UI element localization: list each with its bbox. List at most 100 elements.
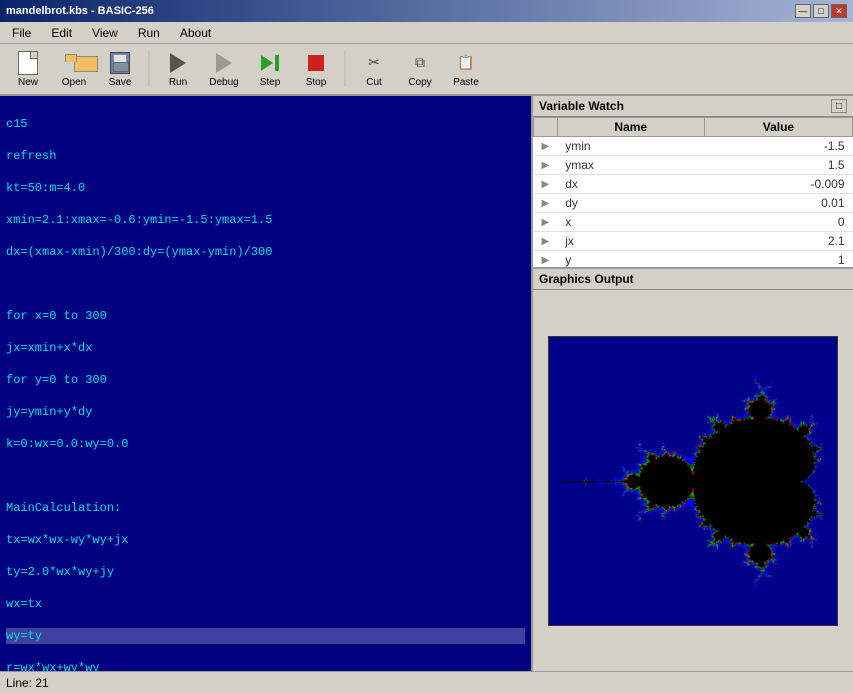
variable-watch-header: Variable Watch □ xyxy=(533,96,853,117)
window-controls: — □ ✕ xyxy=(795,4,847,18)
paste-button[interactable]: 📋 Paste xyxy=(444,47,488,91)
run-icon xyxy=(170,53,186,73)
save-icon xyxy=(110,52,130,74)
variable-row: ▶ jx 2.1 xyxy=(534,232,853,251)
variable-row: ▶ dy 0.01 xyxy=(534,194,853,213)
paste-icon: 📋 xyxy=(457,54,474,71)
var-indicator: ▶ xyxy=(534,156,558,175)
step-button[interactable]: Step xyxy=(248,47,292,91)
var-indicator: ▶ xyxy=(534,251,558,268)
status-text: Line: 21 xyxy=(6,676,49,690)
new-button[interactable]: New xyxy=(6,47,50,91)
code-line: tx=wx*wx-wy*wy+jx xyxy=(6,532,525,548)
copy-button[interactable]: ⧉ Copy xyxy=(398,47,442,91)
minimize-button[interactable]: — xyxy=(795,4,811,18)
variable-row: ▶ x 0 xyxy=(534,213,853,232)
var-value: 0.01 xyxy=(704,194,852,213)
variable-watch-title: Variable Watch xyxy=(539,99,624,113)
code-line: k=0:wx=0.0:wy=0.0 xyxy=(6,436,525,452)
var-name: jx xyxy=(557,232,704,251)
stop-button[interactable]: Stop xyxy=(294,47,338,91)
copy-icon: ⧉ xyxy=(415,54,425,71)
var-value: 2.1 xyxy=(704,232,852,251)
variable-table: Name Value ▶ ymin -1.5▶ ymax 1.5▶ dx -0.… xyxy=(533,117,853,267)
var-name: y xyxy=(557,251,704,268)
col-value: Value xyxy=(704,118,852,137)
menu-about[interactable]: About xyxy=(172,24,219,42)
main-content: c15 refresh kt=50:m=4.0 xmin=2.1:xmax=-0… xyxy=(0,96,853,671)
graphics-output: Graphics Output xyxy=(533,269,853,671)
col-indicator xyxy=(534,118,558,137)
variable-table-scroll[interactable]: Name Value ▶ ymin -1.5▶ ymax 1.5▶ dx -0.… xyxy=(533,117,853,267)
code-line: for x=0 to 300 xyxy=(6,308,525,324)
code-line: for y=0 to 300 xyxy=(6,372,525,388)
code-line: ty=2.0*wx*wy+jy xyxy=(6,564,525,580)
var-name: dy xyxy=(557,194,704,213)
code-line: refresh xyxy=(6,148,525,164)
toolbar: New Open Save Run Debug Step Stop xyxy=(0,44,853,96)
var-name: dx xyxy=(557,175,704,194)
menu-bar: File Edit View Run About xyxy=(0,22,853,44)
variable-row: ▶ y 1 xyxy=(534,251,853,268)
status-bar: Line: 21 xyxy=(0,671,853,693)
variable-table-body: ▶ ymin -1.5▶ ymax 1.5▶ dx -0.009▶ dy 0.0… xyxy=(534,137,853,268)
var-indicator: ▶ xyxy=(534,232,558,251)
var-value: 0 xyxy=(704,213,852,232)
variable-watch: Variable Watch □ Name Value ▶ ymin -1.5▶… xyxy=(533,96,853,269)
graphics-title: Graphics Output xyxy=(539,272,634,286)
maximize-button[interactable]: □ xyxy=(813,4,829,18)
code-line-highlighted: wy=ty xyxy=(6,628,525,644)
code-line: jx=xmin+x*dx xyxy=(6,340,525,356)
graphics-canvas-wrapper xyxy=(533,290,853,671)
run-button[interactable]: Run xyxy=(156,47,200,91)
menu-run[interactable]: Run xyxy=(130,24,168,42)
var-name: ymax xyxy=(557,156,704,175)
code-line xyxy=(6,276,525,292)
code-line: r=wx*wx+wy*wy xyxy=(6,660,525,671)
code-line: xmin=2.1:xmax=-0.6:ymin=-1.5:ymax=1.5 xyxy=(6,212,525,228)
var-indicator: ▶ xyxy=(534,137,558,156)
var-value: -1.5 xyxy=(704,137,852,156)
mandelbrot-canvas xyxy=(548,336,838,626)
variable-row: ▶ ymax 1.5 xyxy=(534,156,853,175)
right-panel: Variable Watch □ Name Value ▶ ymin -1.5▶… xyxy=(533,96,853,671)
code-line: wx=tx xyxy=(6,596,525,612)
variable-watch-expand[interactable]: □ xyxy=(831,99,847,113)
cut-button[interactable]: ✂ Cut xyxy=(352,47,396,91)
code-line: c15 xyxy=(6,116,525,132)
close-button[interactable]: ✕ xyxy=(831,4,847,18)
var-name: x xyxy=(557,213,704,232)
var-name: ymin xyxy=(557,137,704,156)
step-icon xyxy=(261,55,279,71)
code-line: kt=50:m=4.0 xyxy=(6,180,525,196)
var-value: -0.009 xyxy=(704,175,852,194)
menu-view[interactable]: View xyxy=(84,24,126,42)
toolbar-separator-1 xyxy=(148,51,150,87)
stop-icon xyxy=(308,55,324,71)
var-indicator: ▶ xyxy=(534,194,558,213)
debug-button[interactable]: Debug xyxy=(202,47,246,91)
toolbar-separator-2 xyxy=(344,51,346,87)
var-indicator: ▶ xyxy=(534,213,558,232)
open-button[interactable]: Open xyxy=(52,47,96,91)
new-icon xyxy=(18,51,38,75)
debug-icon xyxy=(216,53,232,73)
title-bar: mandelbrot.kbs - BASIC-256 — □ ✕ xyxy=(0,0,853,22)
menu-file[interactable]: File xyxy=(4,24,39,42)
code-line: jy=ymin+y*dy xyxy=(6,404,525,420)
col-name: Name xyxy=(557,118,704,137)
open-icon xyxy=(63,54,85,72)
code-panel: c15 refresh kt=50:m=4.0 xmin=2.1:xmax=-0… xyxy=(0,96,533,671)
code-line: MainCalculation: xyxy=(6,500,525,516)
code-editor[interactable]: c15 refresh kt=50:m=4.0 xmin=2.1:xmax=-0… xyxy=(0,96,531,671)
var-indicator: ▶ xyxy=(534,175,558,194)
var-value: 1 xyxy=(704,251,852,268)
var-value: 1.5 xyxy=(704,156,852,175)
variable-row: ▶ dx -0.009 xyxy=(534,175,853,194)
variable-row: ▶ ymin -1.5 xyxy=(534,137,853,156)
save-button[interactable]: Save xyxy=(98,47,142,91)
code-line xyxy=(6,468,525,484)
app-title: mandelbrot.kbs - BASIC-256 xyxy=(6,5,154,17)
menu-edit[interactable]: Edit xyxy=(43,24,80,42)
graphics-header: Graphics Output xyxy=(533,269,853,290)
